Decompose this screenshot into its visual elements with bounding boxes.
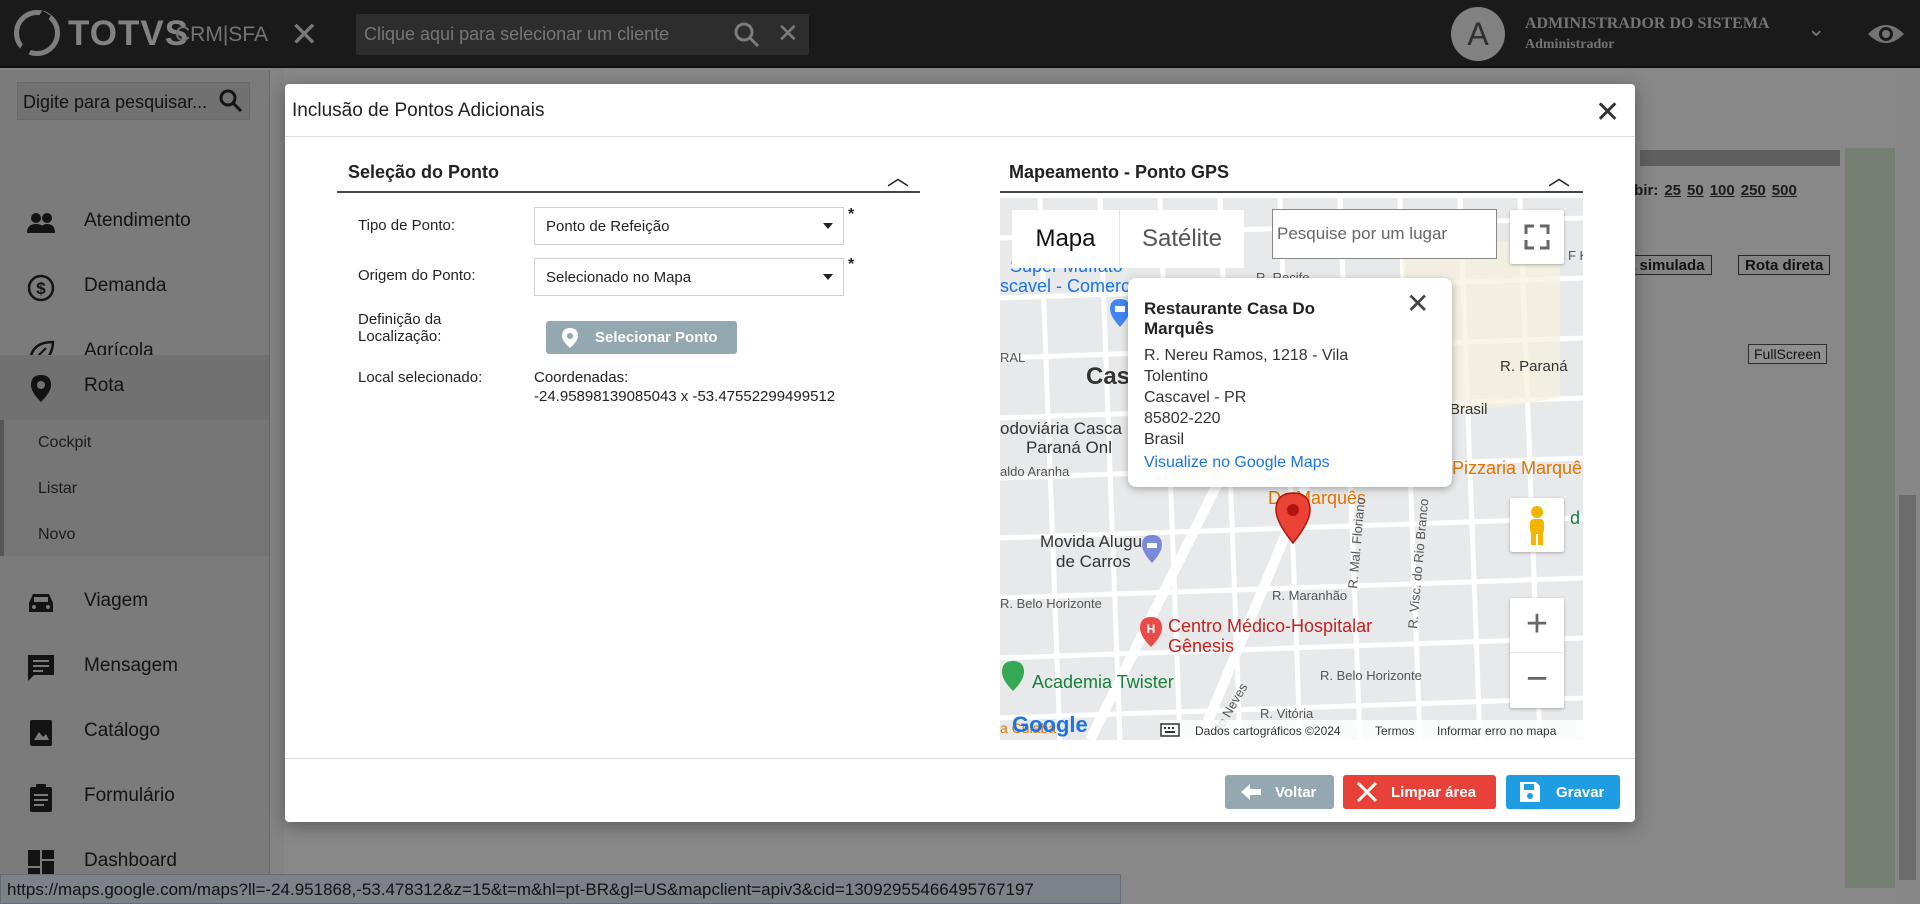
origem-select[interactable]: Selecionado no Mapa bbox=[534, 258, 844, 296]
field-label-localizacao: Localização: bbox=[358, 328, 442, 345]
caret-down-icon bbox=[823, 223, 833, 229]
divider bbox=[285, 758, 1635, 759]
google-logo: Google bbox=[1012, 712, 1088, 737]
street-view-pegman[interactable] bbox=[1510, 498, 1564, 552]
map-label: R. Vitória bbox=[1260, 706, 1314, 721]
coords-value: -24.95898139085043 x -53.47552299499512 bbox=[534, 388, 836, 405]
keyboard-icon[interactable] bbox=[1160, 723, 1180, 737]
map-zoom-controls: + − bbox=[1510, 598, 1564, 708]
map-label: Brasil bbox=[1450, 401, 1488, 418]
divider bbox=[285, 136, 1635, 137]
map-search[interactable] bbox=[1272, 209, 1497, 259]
map-label: aldo Aranha bbox=[1000, 464, 1070, 479]
clear-area-button-label: Limpar área bbox=[1391, 784, 1477, 801]
info-address-line: Tolentino bbox=[1144, 368, 1209, 385]
field-label-local: Local selecionado: bbox=[358, 369, 483, 386]
map-label: scavel - Comerc bbox=[1000, 276, 1131, 296]
google-maps-link[interactable]: Visualize no Google Maps bbox=[1144, 454, 1330, 472]
tipo-select-value: Ponto de Refeição bbox=[546, 218, 670, 235]
google-map[interactable]: Super Muffato - scavel - Comerc R. Recif… bbox=[1000, 198, 1583, 740]
pin-icon bbox=[562, 328, 578, 348]
map-label: Movida Aluguel bbox=[1040, 532, 1156, 551]
map-label: R. Belo Horizonte bbox=[1320, 668, 1422, 683]
svg-text:H: H bbox=[1147, 622, 1156, 636]
close-icon[interactable]: ✕ bbox=[1595, 98, 1620, 128]
back-button[interactable]: Voltar bbox=[1225, 775, 1334, 809]
car-rental-pin-icon bbox=[1142, 535, 1162, 563]
chevron-up-icon[interactable]: ︿ bbox=[1548, 160, 1570, 192]
select-point-label: Selecionar Ponto bbox=[595, 329, 718, 346]
map-label: R. Paraná bbox=[1500, 358, 1568, 375]
info-address-line: R. Nereu Ramos, 1218 - Vila bbox=[1144, 347, 1349, 364]
hospital-pin-icon: H bbox=[1140, 617, 1162, 647]
fullscreen-icon bbox=[1524, 224, 1550, 250]
save-icon bbox=[1520, 782, 1540, 802]
map-label: Pizzaria Marquê bbox=[1452, 458, 1583, 478]
field-label-origem: Origem do Ponto: bbox=[358, 267, 476, 284]
map-label: F K bbox=[1568, 248, 1583, 263]
info-title: Restaurante Casa Do Marquês bbox=[1144, 299, 1316, 338]
origem-select-value: Selecionado no Mapa bbox=[546, 269, 692, 286]
map-label: odoviária Casca bbox=[1000, 419, 1122, 438]
divider bbox=[337, 191, 920, 193]
coords-label: Coordenadas: bbox=[534, 369, 629, 386]
map-tab-map[interactable]: Mapa bbox=[1012, 210, 1119, 268]
gym-pin-icon bbox=[1002, 661, 1024, 691]
info-address-line: Cascavel - PR bbox=[1144, 389, 1247, 406]
map-label: RAL bbox=[1000, 350, 1026, 365]
map-search-input[interactable] bbox=[1277, 222, 1487, 246]
info-address-line: Brasil bbox=[1144, 431, 1185, 448]
pegman-icon bbox=[1530, 506, 1544, 545]
close-icon bbox=[1356, 781, 1378, 803]
tipo-select[interactable]: Ponto de Refeição bbox=[534, 207, 844, 245]
map-label: Centro Médico-Hospitalar bbox=[1168, 616, 1373, 636]
map-fullscreen-button[interactable] bbox=[1510, 210, 1564, 264]
map-label: Academia Twister bbox=[1032, 672, 1174, 692]
location-marker-icon[interactable] bbox=[1274, 492, 1312, 544]
chevron-up-icon[interactable]: ︿ bbox=[887, 160, 909, 192]
map-report-link[interactable]: Informar erro no mapa bbox=[1437, 724, 1556, 738]
back-button-label: Voltar bbox=[1275, 784, 1317, 801]
field-label-tipo: Tipo de Ponto: bbox=[358, 217, 456, 234]
add-points-modal: Inclusão de Pontos Adicionais ✕ Seleção … bbox=[285, 84, 1635, 822]
save-button[interactable]: Gravar bbox=[1506, 775, 1620, 809]
clear-area-button[interactable]: Limpar área bbox=[1343, 775, 1496, 809]
field-label-definicao: Definição da bbox=[358, 311, 442, 328]
map-label: d bbox=[1570, 508, 1581, 528]
caret-down-icon bbox=[823, 274, 833, 280]
map-label: de Carros bbox=[1056, 552, 1131, 571]
zoom-out-button[interactable]: − bbox=[1510, 653, 1564, 708]
map-tab-satellite[interactable]: Satélite bbox=[1119, 210, 1244, 268]
info-address-line: 85802-220 bbox=[1144, 410, 1221, 427]
map-label: R. Maranhão bbox=[1272, 588, 1348, 603]
map-terms-link[interactable]: Termos bbox=[1375, 724, 1414, 738]
required-mark: * bbox=[848, 206, 855, 223]
section-title-selection: Seleção do Ponto bbox=[348, 162, 500, 182]
map-data-credit: Dados cartográficos ©2024 bbox=[1195, 724, 1341, 738]
required-mark: * bbox=[848, 256, 855, 273]
map-footer: Dados cartográficos ©2024 Termos Informa… bbox=[1160, 720, 1583, 740]
map-label: R. Belo Horizonte bbox=[1000, 596, 1102, 611]
select-point-button[interactable]: Selecionar Ponto bbox=[546, 321, 737, 354]
save-button-label: Gravar bbox=[1556, 784, 1605, 801]
map-label: Paraná Onl bbox=[1026, 438, 1112, 457]
arrow-left-icon bbox=[1241, 784, 1261, 800]
close-icon[interactable]: ✕ bbox=[1406, 290, 1429, 318]
map-label: Gênesis bbox=[1168, 636, 1235, 656]
modal-title: Inclusão de Pontos Adicionais bbox=[292, 100, 545, 121]
section-title-mapping: Mapeamento - Ponto GPS bbox=[1009, 162, 1230, 182]
divider bbox=[1000, 191, 1583, 193]
map-info-window: Restaurante Casa Do Marquês ✕ R. Nereu R… bbox=[1128, 278, 1452, 487]
zoom-in-button[interactable]: + bbox=[1510, 598, 1564, 653]
map-label: Cas bbox=[1086, 363, 1131, 390]
